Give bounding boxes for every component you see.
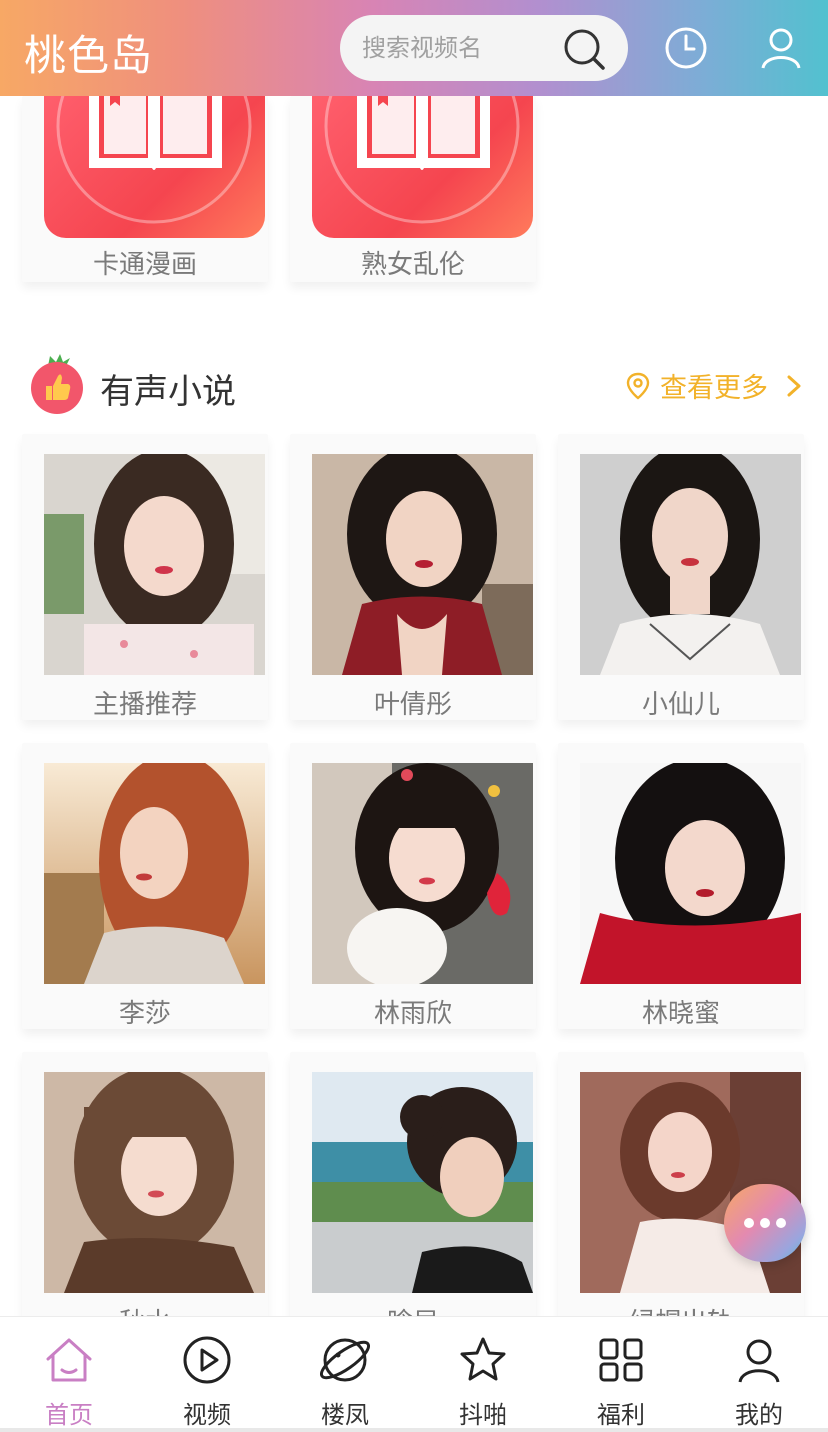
user-icon[interactable] — [760, 26, 802, 70]
anchor-card[interactable]: 林晓蜜 — [558, 743, 804, 1029]
anchor-photo — [44, 763, 265, 984]
anchor-photo — [312, 454, 533, 675]
home-icon — [46, 1338, 92, 1382]
more-dots-icon — [744, 1218, 754, 1228]
location-pin-icon — [626, 372, 650, 400]
nav-label: 抖啪 — [459, 1401, 507, 1429]
app-title: 桃色岛 — [24, 31, 154, 80]
search-bar[interactable] — [340, 15, 628, 81]
nav-label: 福利 — [597, 1401, 645, 1429]
category-label: 卡通漫画 — [92, 250, 197, 280]
search-icon[interactable] — [562, 27, 606, 71]
grid-icon — [599, 1338, 643, 1382]
section-title: 有声小说 — [100, 372, 236, 412]
play-circle-icon — [183, 1336, 231, 1384]
anchor-card[interactable]: 晗局 — [290, 1052, 536, 1338]
anchor-card[interactable]: 李莎 — [22, 743, 268, 1029]
anchor-card[interactable]: 小仙儿 — [558, 434, 804, 720]
category-label: 熟女乱伦 — [360, 250, 465, 280]
chevron-right-icon — [787, 375, 801, 396]
nav-item-home[interactable]: 首页 — [0, 1317, 138, 1432]
bottom-nav: 首页 视频 楼凤 抖啪 福利 我的 — [0, 1316, 828, 1432]
planet-icon — [320, 1338, 370, 1382]
star-icon — [460, 1337, 506, 1381]
category-tile — [44, 96, 265, 238]
view-more-label: 查看更多 — [660, 373, 768, 404]
anchor-name: 李莎 — [118, 999, 171, 1029]
nav-item-doupa[interactable]: 抖啪 — [414, 1317, 552, 1432]
strawberry-thumbs-up-icon — [31, 354, 83, 414]
category-card[interactable]: 熟女乱伦 — [290, 96, 536, 282]
nav-label: 楼凤 — [321, 1401, 369, 1429]
anchor-photo — [312, 1072, 533, 1293]
anchor-name: 叶倩彤 — [373, 690, 452, 720]
anchor-card[interactable]: 主播推荐 — [22, 434, 268, 720]
profile-icon — [738, 1339, 780, 1383]
nav-label: 视频 — [183, 1401, 231, 1429]
history-clock-icon[interactable] — [664, 26, 708, 70]
nav-item-mine[interactable]: 我的 — [690, 1317, 828, 1432]
anchor-name: 主播推荐 — [92, 690, 197, 720]
anchor-photo — [580, 454, 801, 675]
home-indicator — [0, 1428, 828, 1432]
anchor-card[interactable]: 林雨欣 — [290, 743, 536, 1029]
more-dots-icon — [760, 1218, 770, 1228]
anchor-photo — [44, 454, 265, 675]
nav-label: 首页 — [45, 1401, 93, 1429]
nav-label: 我的 — [735, 1401, 783, 1429]
more-dots-icon — [776, 1218, 786, 1228]
anchor-name: 林晓蜜 — [641, 999, 720, 1029]
search-input[interactable] — [362, 34, 552, 62]
open-book-icon — [324, 96, 520, 224]
anchor-card[interactable]: 秋水 — [22, 1052, 268, 1338]
anchor-photo — [44, 1072, 265, 1293]
section-header: 有声小说 查看更多 — [0, 348, 828, 418]
category-card[interactable]: 卡通漫画 — [22, 96, 268, 282]
nav-item-loufeng[interactable]: 楼凤 — [276, 1317, 414, 1432]
more-options-button[interactable] — [724, 1184, 806, 1262]
category-tile — [312, 96, 533, 238]
nav-item-welfare[interactable]: 福利 — [552, 1317, 690, 1432]
anchor-name: 林雨欣 — [373, 999, 452, 1029]
anchor-photo — [580, 763, 801, 984]
nav-item-video[interactable]: 视频 — [138, 1317, 276, 1432]
view-more-link[interactable]: 查看更多 — [626, 366, 802, 405]
anchor-card[interactable]: 叶倩彤 — [290, 434, 536, 720]
anchor-photo — [312, 763, 533, 984]
anchor-name: 小仙儿 — [641, 690, 720, 720]
top-header: 桃色岛 — [0, 0, 828, 96]
open-book-icon — [56, 96, 252, 224]
